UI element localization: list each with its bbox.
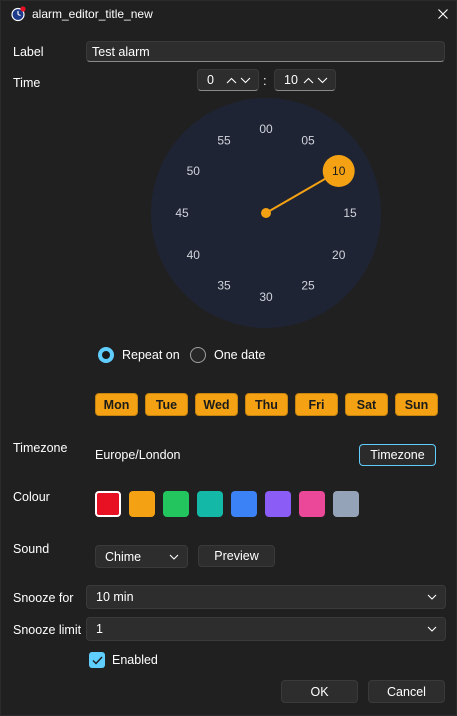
clock-label-05[interactable]: 05 — [301, 133, 315, 147]
enabled-label: Enabled — [112, 653, 158, 667]
colour-swatch-1[interactable] — [95, 491, 121, 517]
timezone-button[interactable]: Timezone — [359, 444, 436, 466]
snooze-for-value: 10 min — [96, 590, 134, 604]
chevron-down-icon — [427, 592, 437, 602]
colour-swatch-8[interactable] — [333, 491, 359, 517]
clock-label-55[interactable]: 55 — [217, 133, 231, 147]
clock-label-50[interactable]: 50 — [187, 164, 201, 178]
repeat-on-radio[interactable]: Repeat on — [98, 347, 180, 363]
colour-swatch-7[interactable] — [299, 491, 325, 517]
radio-unselected-icon — [190, 347, 206, 363]
checkmark-icon — [89, 652, 105, 668]
day-toggle-fri[interactable]: Fri — [295, 393, 338, 416]
day-toggle-sun[interactable]: Sun — [395, 393, 438, 416]
day-toggle-wed[interactable]: Wed — [195, 393, 238, 416]
snooze-for-label: Snooze for — [13, 591, 74, 605]
snooze-limit-dropdown[interactable]: 1 — [86, 617, 446, 641]
snooze-limit-value: 1 — [96, 622, 103, 636]
colour-label: Colour — [13, 490, 50, 504]
enabled-checkbox[interactable]: Enabled — [89, 652, 158, 668]
sound-label: Sound — [13, 542, 50, 556]
clock-label-00[interactable]: 00 — [259, 122, 273, 136]
preview-button[interactable]: Preview — [198, 545, 275, 567]
radio-selected-icon — [98, 347, 114, 363]
clock-selected-label: 10 — [332, 164, 346, 178]
repeat-on-label: Repeat on — [122, 348, 180, 362]
clock-label-15[interactable]: 15 — [343, 206, 357, 220]
colour-swatch-6[interactable] — [265, 491, 291, 517]
colour-swatch-5[interactable] — [231, 491, 257, 517]
colour-swatch-3[interactable] — [163, 491, 189, 517]
ok-button[interactable]: OK — [281, 680, 358, 703]
clock-label-30[interactable]: 30 — [259, 290, 273, 304]
one-date-label: One date — [214, 348, 266, 362]
chevron-down-icon — [169, 552, 179, 562]
sound-dropdown[interactable]: Chime — [95, 545, 188, 568]
sound-value: Chime — [105, 549, 142, 564]
clock-label-45[interactable]: 45 — [175, 206, 189, 220]
clock-label-40[interactable]: 40 — [187, 248, 201, 262]
timezone-label: Timezone — [13, 441, 68, 455]
clock-label-20[interactable]: 20 — [332, 248, 346, 262]
day-toggle-mon[interactable]: Mon — [95, 393, 138, 416]
clock-label-35[interactable]: 35 — [217, 279, 231, 293]
alarm-editor-window: alarm_editor_title_new Label Test alarm … — [0, 0, 457, 716]
snooze-limit-label: Snooze limit — [13, 623, 82, 637]
day-toggle-sat[interactable]: Sat — [345, 393, 388, 416]
timezone-value: Europe/London — [95, 448, 181, 462]
clock-center-dot — [261, 208, 271, 218]
cancel-button[interactable]: Cancel — [368, 680, 445, 703]
day-toggle-thu[interactable]: Thu — [245, 393, 288, 416]
colour-swatch-4[interactable] — [197, 491, 223, 517]
chevron-down-icon — [427, 624, 437, 634]
one-date-radio[interactable]: One date — [190, 347, 265, 363]
day-toggle-tue[interactable]: Tue — [145, 393, 188, 416]
clock-label-25[interactable]: 25 — [301, 279, 315, 293]
minute-clock-face[interactable]: 00 05 15 20 25 30 35 40 45 50 55 10 — [1, 1, 457, 331]
snooze-for-dropdown[interactable]: 10 min — [86, 585, 446, 609]
colour-swatch-2[interactable] — [129, 491, 155, 517]
